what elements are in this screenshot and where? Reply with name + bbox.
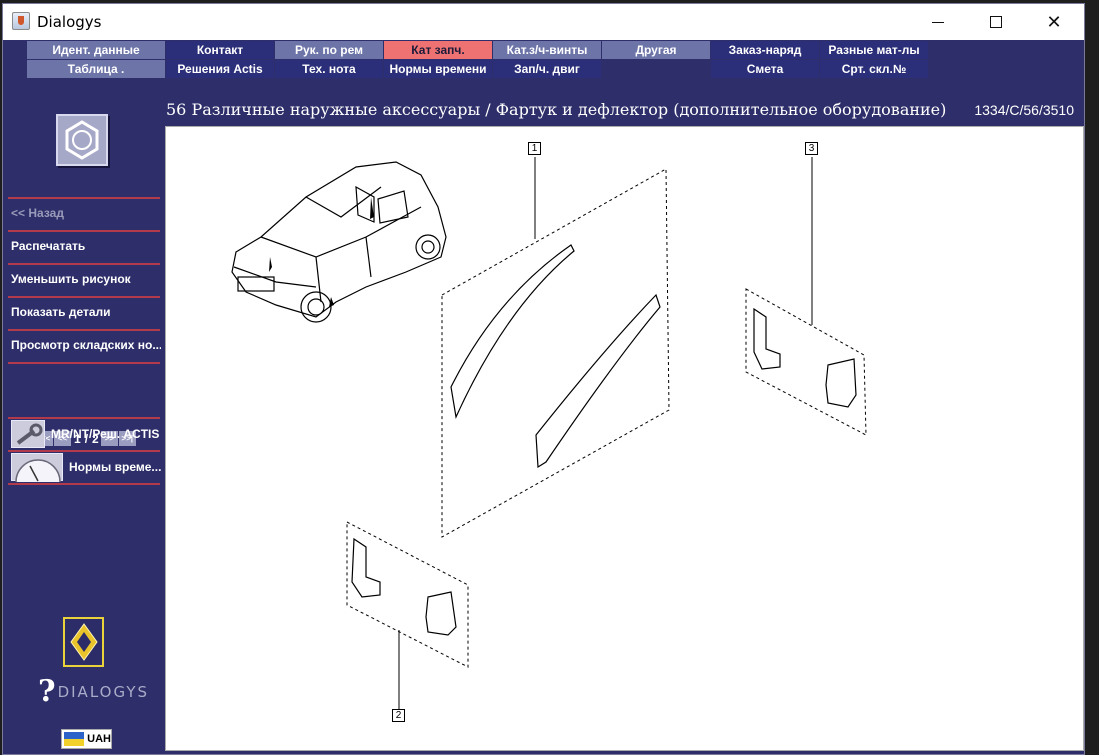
minimize-button[interactable] [909, 4, 967, 40]
dialogys-logo: ? DIALOGYS [38, 677, 149, 707]
stock-view-link[interactable]: Просмотр складских но... [11, 330, 161, 360]
maximize-button[interactable] [967, 4, 1025, 40]
window-title: Dialogys [37, 13, 102, 31]
menu-tab[interactable]: Контакт [166, 41, 274, 59]
close-icon: ✕ [1046, 11, 1062, 33]
sidebar: << Назад Распечатать Уменьшить рисунок П… [3, 64, 163, 754]
menu-tab[interactable]: Решения Actis [166, 60, 274, 78]
menu-row-1: Идент. данные Контакт Рук. по рем Кат запч.… [27, 41, 929, 59]
callout-2[interactable]: 2 [392, 709, 405, 722]
menu-tab[interactable]: Тех. нота [275, 60, 383, 78]
actis-tool-label: MR/NT/Реш. ACTIS [51, 427, 160, 441]
menu-tab[interactable]: Смета [711, 60, 819, 78]
menu-tab[interactable]: Срт. скл.№ [820, 60, 928, 78]
mudflap-marker-front [269, 257, 272, 272]
ukraine-flag-icon [64, 732, 85, 746]
currency-badge[interactable]: UAH [61, 729, 112, 749]
rear-mudflaps [753, 307, 857, 408]
java-app-icon [12, 12, 30, 30]
shrink-image-link[interactable]: Уменьшить рисунок [11, 264, 161, 294]
dialogys-wordmark: DIALOGYS [57, 683, 150, 701]
car-illustration [231, 161, 447, 323]
actis-tool[interactable]: MR/NT/Реш. ACTIS [11, 419, 161, 449]
parts-catalog-icon[interactable] [56, 114, 108, 166]
callout-1[interactable]: 1 [528, 142, 541, 155]
menu-tab[interactable]: Зап/ч. двиг [493, 60, 601, 78]
close-button[interactable]: ✕ [1025, 4, 1083, 40]
window-deflectors [450, 244, 661, 469]
menu-tab[interactable]: Разные мат-лы [820, 41, 928, 59]
front-mudflaps [351, 537, 457, 636]
menu-tab[interactable]: Идент. данные [27, 41, 165, 59]
show-details-link[interactable]: Показать детали [11, 297, 161, 327]
labour-times-tool[interactable]: Нормы време... [11, 452, 162, 483]
menu-tab[interactable]: Нормы времени [384, 60, 492, 78]
callout-3[interactable]: 3 [805, 142, 818, 155]
sidebar-divider [8, 362, 160, 364]
minimize-icon [932, 21, 944, 23]
menu-tab [602, 60, 710, 78]
renault-logo [63, 617, 104, 667]
menu-tab[interactable]: Кат.з/ч-винты [493, 41, 601, 59]
parts-diagram[interactable]: 1 2 3 [165, 126, 1084, 751]
maximize-icon [990, 16, 1002, 28]
page-title: 56 Различные наружные аксессуары / Фарту… [166, 100, 947, 119]
menu-tab[interactable]: Другая [602, 41, 710, 59]
back-link[interactable]: << Назад [11, 198, 161, 228]
labour-times-label: Нормы време... [69, 460, 162, 474]
menu-tab[interactable]: Заказ-наряд [711, 41, 819, 59]
page-reference: 1334/C/56/3510 [974, 102, 1074, 118]
exploded-view-drawing [231, 157, 867, 709]
sidebar-divider [8, 483, 160, 485]
clock-icon [11, 453, 63, 483]
app-window: Dialogys ✕ Идент. данные Контакт Рук. по р… [2, 3, 1085, 755]
menu-tab[interactable]: Кат запч. [384, 41, 492, 59]
renault-diamond-icon [69, 623, 98, 661]
wrench-icon [11, 420, 45, 448]
menu-tab[interactable]: Рук. по рем [275, 41, 383, 59]
title-bar: Dialogys ✕ [3, 4, 1084, 40]
dialogys-mark-icon: ? [38, 674, 56, 709]
currency-code: UAH [87, 733, 111, 745]
print-link[interactable]: Распечатать [11, 231, 161, 261]
hex-nut-icon [65, 120, 99, 160]
